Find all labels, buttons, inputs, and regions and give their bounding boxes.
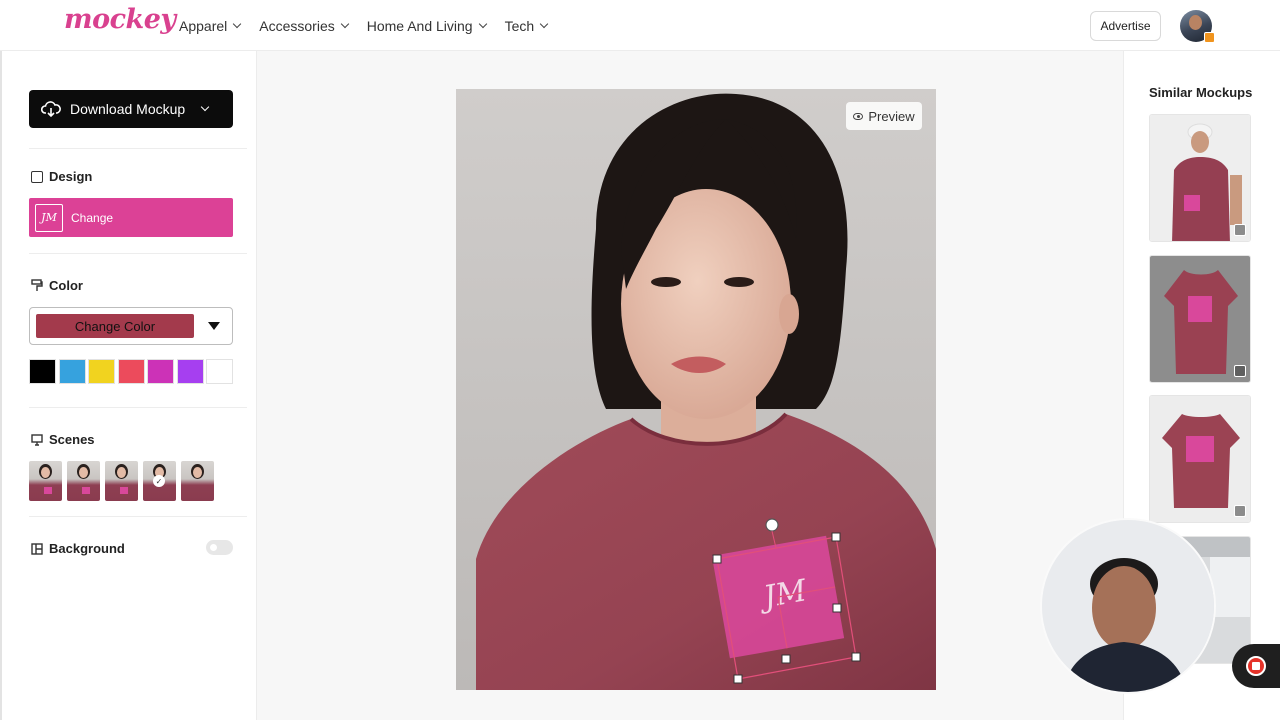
nav-home-and-living-label: Home And Living	[366, 17, 473, 34]
divider	[29, 148, 247, 149]
mockup-canvas: JM Preview	[257, 51, 1123, 720]
user-avatar[interactable]	[1180, 10, 1215, 43]
similar-mockup-polo-model[interactable]	[1149, 114, 1251, 242]
color-section-title: Color	[31, 278, 83, 293]
scene-design	[44, 487, 52, 494]
nav-apparel[interactable]: Apparel	[179, 17, 242, 34]
chevron-down-icon	[539, 19, 549, 28]
webcam-overlay	[1040, 518, 1216, 694]
mockup-type-icon	[1234, 224, 1246, 236]
scene-thumb[interactable]	[29, 461, 62, 501]
polo-back-image	[1150, 396, 1250, 522]
divider	[29, 407, 247, 408]
selected-color-swatch: Change Color	[36, 314, 194, 338]
color-dropdown[interactable]: Change Color	[29, 307, 233, 345]
advertise-button[interactable]: Advertise	[1090, 11, 1161, 41]
swatch-black[interactable]	[29, 359, 56, 384]
polo-front-image	[1150, 256, 1250, 382]
swatch-white[interactable]	[206, 359, 233, 384]
scene-thumb[interactable]	[67, 461, 100, 501]
caret-down-icon	[208, 322, 220, 330]
similar-mockup-polo-front[interactable]	[1149, 255, 1251, 383]
scene-thumb-selected[interactable]: ✓	[143, 461, 176, 501]
swatch-yellow[interactable]	[88, 359, 115, 384]
eye-icon	[853, 112, 864, 120]
swatch-red[interactable]	[117, 359, 145, 384]
chevron-down-icon	[200, 102, 210, 112]
color-swatches	[29, 359, 236, 384]
download-mockup-button[interactable]: Download Mockup	[29, 90, 233, 128]
checkmark-icon: ✓	[153, 475, 165, 487]
background-toggle[interactable]	[206, 540, 233, 555]
similar-mockups-title: Similar Mockups	[1149, 85, 1253, 100]
nav-apparel-label: Apparel	[179, 17, 228, 34]
swatch-blue[interactable]	[58, 359, 86, 384]
scenes-section-title: Scenes	[31, 432, 95, 447]
scene-face	[117, 467, 126, 478]
divider	[29, 516, 247, 517]
preview-label: Preview	[868, 108, 915, 124]
chevron-down-icon	[478, 19, 487, 28]
nav-accessories[interactable]: Accessories	[259, 17, 349, 34]
chevron-down-icon	[233, 19, 242, 28]
scene-thumb[interactable]	[105, 461, 138, 501]
scene-face	[79, 467, 88, 478]
model-photo: JM	[456, 89, 936, 690]
image-icon	[31, 170, 43, 183]
divider	[29, 253, 247, 254]
preview-button[interactable]: Preview	[846, 102, 922, 130]
nav-accessories-label: Accessories	[259, 17, 335, 34]
main-nav: Apparel Accessories Home And Living Tech	[179, 0, 549, 51]
mockup-image: JM	[456, 89, 936, 690]
layout-icon	[31, 542, 43, 555]
swatch-magenta[interactable]	[147, 359, 174, 384]
avatar-face	[1189, 15, 1202, 30]
mockey-logo[interactable]: mockey	[64, 4, 176, 35]
scenes-title: Scenes	[49, 432, 95, 447]
change-design-button[interactable]: JM Change	[29, 198, 233, 237]
recording-control[interactable]	[1232, 644, 1280, 688]
paint-roller-icon	[31, 279, 43, 291]
scene-face	[41, 467, 50, 478]
mockup-type-icon	[1234, 365, 1246, 377]
design-section-title: Design	[31, 169, 92, 184]
background-section-title: Background	[31, 541, 125, 556]
download-mockup-label: Download Mockup	[70, 101, 186, 117]
nav-tech[interactable]: Tech	[504, 17, 549, 34]
polo-model-image	[1150, 115, 1250, 241]
swatch-purple[interactable]	[176, 359, 204, 384]
nav-home-and-living[interactable]: Home And Living	[366, 17, 487, 34]
logo-text: mockey	[64, 4, 176, 35]
scene-design	[82, 487, 90, 494]
scene-thumb[interactable]	[181, 461, 214, 501]
toggle-knob	[210, 544, 217, 551]
similar-mockup-polo-back[interactable]	[1149, 395, 1251, 523]
background-title: Background	[49, 541, 125, 556]
presenter-video	[1042, 520, 1214, 692]
scene-list: ✓	[29, 461, 214, 501]
chevron-down-icon	[340, 19, 349, 28]
monitor-icon	[31, 433, 43, 446]
scene-face	[193, 467, 202, 478]
design-thumbnail: JM	[35, 203, 63, 232]
nav-tech-label: Tech	[504, 17, 535, 34]
mockup-type-icon	[1234, 505, 1246, 517]
change-design-label: Change	[71, 210, 114, 225]
cloud-download-icon	[41, 101, 61, 117]
notification-badge-icon	[1204, 32, 1215, 43]
editor-sidebar: Download Mockup Design JM Change Color C…	[0, 51, 257, 720]
stop-recording-icon	[1246, 656, 1266, 676]
color-title: Color	[49, 278, 83, 293]
design-title: Design	[49, 169, 93, 184]
top-navigation-bar: mockey Apparel Accessories Home And Livi…	[0, 0, 1280, 51]
scene-design	[120, 487, 128, 494]
